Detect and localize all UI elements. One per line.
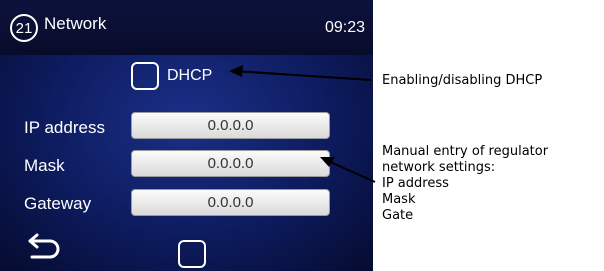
back-arrow-icon[interactable] (26, 233, 60, 259)
clock-time: 09:23 (324, 19, 365, 36)
gateway-label: Gateway (24, 194, 92, 213)
mask-field[interactable]: 0.0.0.0 (131, 150, 330, 177)
page-title: Network (44, 14, 107, 33)
ip-address-label: IP address (24, 118, 105, 137)
header-bar: 21 Network 09:23 (0, 0, 373, 55)
manual-entry-annotation: Manual entry of regulator network settin… (382, 144, 549, 223)
dhcp-checkbox[interactable] (131, 62, 159, 90)
mask-label: Mask (24, 156, 65, 175)
device-screen: 21 Network 09:23 DHCP IP address 0.0.0.0… (0, 0, 373, 271)
gateway-field[interactable]: 0.0.0.0 (131, 189, 330, 216)
dhcp-annotation: Enabling/disabling DHCP (382, 73, 543, 88)
confirm-checkbox-button[interactable] (178, 240, 206, 268)
dhcp-label: DHCP (167, 67, 213, 84)
ip-address-field[interactable]: 0.0.0.0 (131, 112, 330, 139)
screen-number-badge: 21 (10, 14, 38, 42)
